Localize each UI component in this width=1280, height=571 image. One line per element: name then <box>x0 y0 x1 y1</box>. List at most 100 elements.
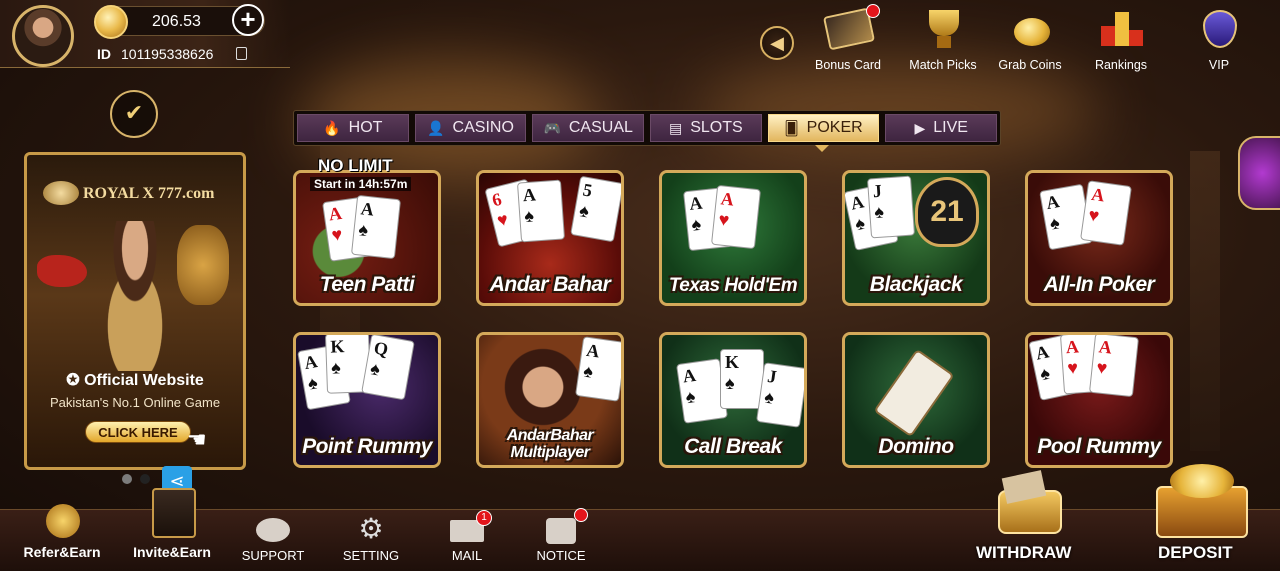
mail-label: MAIL <box>451 548 483 563</box>
notice-icon <box>544 508 588 544</box>
flame-icon: 🔥 <box>323 119 341 136</box>
playing-card: A ♥ <box>710 184 762 250</box>
match-picks-button[interactable]: Match Picks <box>900 6 986 76</box>
gear-icon: ⚙ <box>358 513 384 544</box>
card-icon: 🂠 <box>784 119 799 136</box>
coins-icon <box>1004 6 1056 52</box>
game-tile-pool-rummy[interactable]: A ♠ A ♥ A ♥ Pool Rummy <box>1025 332 1173 468</box>
setting-label: SETTING <box>342 548 400 563</box>
game-name: Pool Rummy <box>1037 435 1161 458</box>
invite-earn-button[interactable]: Invite&Earn <box>124 470 220 560</box>
grab-coins-button[interactable]: Grab Coins <box>987 6 1073 76</box>
game-name: Andar Bahar <box>489 273 611 296</box>
tab-slots[interactable]: ▤ SLOTS <box>650 114 762 142</box>
game-name: Texas Hold'Em <box>668 275 798 296</box>
notice-button[interactable]: NOTICE <box>526 508 596 563</box>
rankings-label: Rankings <box>1094 58 1148 72</box>
banner-subtitle: Pakistan's No.1 Online Game <box>49 395 221 410</box>
active-tab-indicator <box>815 145 829 152</box>
add-funds-button[interactable]: + <box>232 4 264 36</box>
profile-header: 206.53 + ID 101195338626 <box>0 0 290 68</box>
match-picks-label: Match Picks <box>909 58 977 72</box>
user-icon: 👤 <box>427 119 445 136</box>
playing-card: A ♠ <box>350 194 402 260</box>
game-name: All-In Poker <box>1043 273 1155 296</box>
tab-casino[interactable]: 👤 CASINO <box>414 114 527 142</box>
click-here-button[interactable]: CLICK HERE <box>85 421 191 443</box>
game-name: Blackjack <box>869 273 963 296</box>
refer-earn-label: Refer&Earn <box>23 544 101 560</box>
trophy-icon <box>917 6 969 52</box>
promo-title: NO LIMIT <box>318 156 393 175</box>
support-label: SUPPORT <box>241 548 305 563</box>
gamepad-icon: 🎮 <box>543 119 561 136</box>
slot-machine-icon: ▤ <box>669 119 683 136</box>
promo-countdown: Start in 14h:57m <box>310 177 412 191</box>
game-tile-blackjack[interactable]: A ♠ J ♠ 21 Blackjack <box>842 170 990 306</box>
balance-value: 206.53 <box>152 13 201 30</box>
collapse-menu-button[interactable]: ◀ <box>760 26 794 60</box>
category-tabs: 🔥 HOT 👤 CASINO 🎮 CASUAL ▤ SLOTS 🂠 POKER ▶ LIVE <box>293 110 1001 146</box>
game-name: Call Break <box>684 435 782 458</box>
mail-button[interactable]: 1 MAIL <box>432 510 502 563</box>
tab-poker[interactable]: 🂠 POKER <box>767 114 880 142</box>
withdraw-button[interactable]: WITHDRAW <box>976 543 1071 563</box>
game-name: Teen Patti <box>319 273 415 296</box>
tab-label: HOT <box>348 119 383 136</box>
plane-icon <box>37 255 87 287</box>
deposit-button[interactable]: DEPOSIT <box>1158 543 1233 563</box>
pointer-hand-icon: ☚ <box>187 427 207 452</box>
tab-live[interactable]: ▶ LIVE <box>885 114 998 142</box>
banner-logo-text: ROYAL X 777.com <box>83 185 215 202</box>
playing-card: A ♥ <box>1080 180 1132 246</box>
verified-shield-icon[interactable]: ✔ <box>110 90 158 138</box>
coin-icon <box>94 5 128 39</box>
playing-card: K ♠ <box>720 349 764 409</box>
notification-dot <box>866 4 880 18</box>
notification-dot <box>574 508 588 522</box>
tab-label: CASUAL <box>568 119 633 136</box>
bonus-card-label: Bonus Card <box>814 58 881 72</box>
royal-logo-icon <box>43 181 79 205</box>
tab-label: POKER <box>806 119 863 136</box>
tab-label: CASINO <box>452 119 514 136</box>
game-tile-texas-holdem[interactable]: A ♠ A ♥ Texas Hold'Em <box>659 170 807 306</box>
playing-card: A ♥ <box>1088 335 1140 398</box>
floating-promo-button[interactable] <box>1238 136 1280 210</box>
banner-model-image <box>85 221 185 371</box>
game-tile-andarbahar-multiplayer[interactable]: A ♠ AndarBahar Multiplayer <box>476 332 624 468</box>
promo-banner[interactable]: ROYAL X 777.com ✪ Official Website Pakis… <box>24 152 246 470</box>
video-icon: ▶ <box>914 119 926 136</box>
banner-official-label: Official Website <box>84 372 204 389</box>
banner-official-text: ✪ Official Website <box>27 370 243 390</box>
tab-casual[interactable]: 🎮 CASUAL <box>532 114 645 142</box>
grab-coins-label: Grab Coins <box>998 58 1062 72</box>
check-badge-icon: ✪ <box>66 372 85 389</box>
game-tile-point-rummy[interactable]: A ♠ K ♠ Q ♠ Point Rummy <box>293 332 441 468</box>
tab-hot[interactable]: 🔥 HOT <box>297 114 409 142</box>
spade-21-icon: 21 <box>915 177 979 247</box>
avatar[interactable] <box>12 5 74 67</box>
copy-icon[interactable] <box>236 47 247 60</box>
game-name: Point Rummy <box>302 435 432 458</box>
game-tile-call-break[interactable]: A ♠ K ♠ J ♠ Call Break <box>659 332 807 468</box>
game-tile-domino[interactable]: Domino <box>842 332 990 468</box>
game-tile-andar-bahar[interactable]: 6 ♥ A ♠ 5 ♠ Andar Bahar <box>476 170 624 306</box>
rankings-button[interactable]: Rankings <box>1078 6 1164 76</box>
game-name: Domino <box>878 435 954 458</box>
bonus-card-button[interactable]: Bonus Card <box>805 4 891 76</box>
support-button[interactable]: SUPPORT <box>238 516 308 563</box>
envelope-icon: 1 <box>450 510 492 544</box>
playing-card: A ♠ <box>575 336 621 402</box>
playing-card: A ♠ <box>516 179 566 243</box>
background-building <box>1190 151 1220 451</box>
game-tile-all-in-poker[interactable]: A ♠ A ♥ All-In Poker <box>1025 170 1173 306</box>
wallet-icon <box>990 470 1066 540</box>
refer-earn-button[interactable]: Refer&Earn <box>16 500 108 560</box>
vip-button[interactable]: VIP <box>1176 6 1262 76</box>
crown-icon <box>1193 6 1245 52</box>
gift-box-icon <box>144 470 200 540</box>
mail-badge: 1 <box>476 510 492 526</box>
setting-button[interactable]: ⚙ SETTING <box>336 513 406 564</box>
bonus-card-icon <box>822 4 880 52</box>
